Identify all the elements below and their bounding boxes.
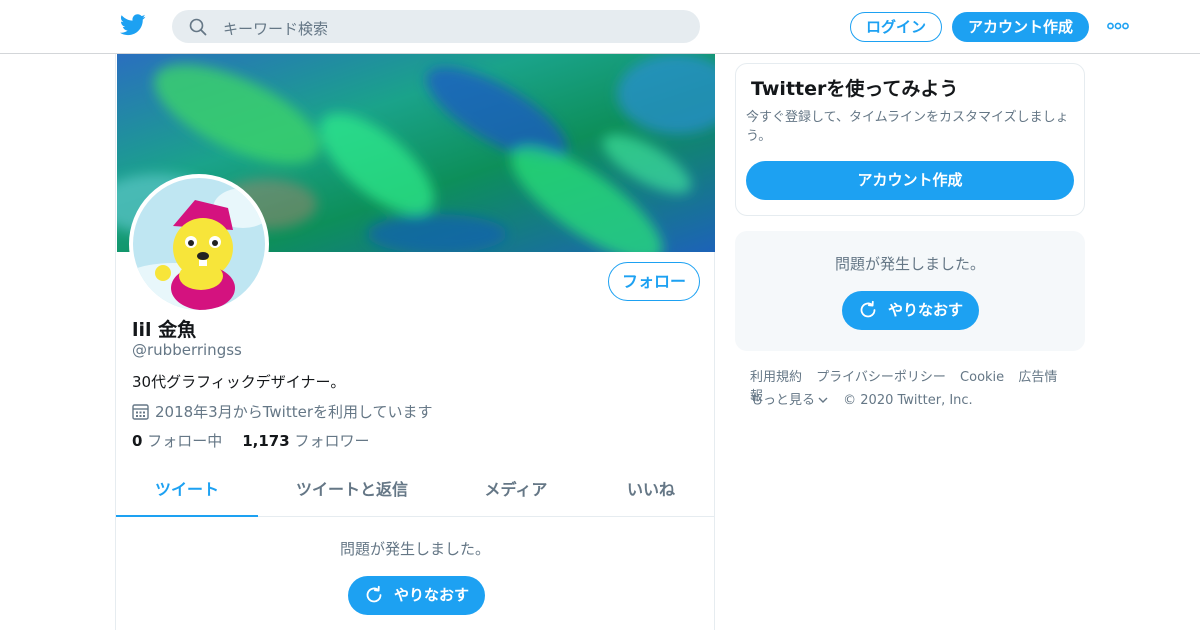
timeline-error-message: 問題が発生しました。	[339, 540, 490, 558]
sidebar-error-card: 問題が発生しました。 やりなおす	[735, 231, 1085, 351]
chevron-down-icon	[818, 397, 828, 403]
signup-button[interactable]: アカウント作成	[952, 12, 1089, 42]
following-label: フォロー中	[147, 432, 223, 450]
retry-label: やりなおす	[888, 301, 964, 319]
search-icon	[189, 18, 207, 36]
followers-link[interactable]: 1,173 フォロワー	[242, 432, 369, 450]
following-count: 0	[132, 432, 143, 450]
footer-link-privacy[interactable]: プライバシーポリシー	[816, 370, 946, 385]
tab-tweets-and-replies[interactable]: ツイートと返信	[278, 466, 426, 517]
sidebar-retry-button[interactable]: やりなおす	[842, 291, 979, 330]
followers-count: 1,173	[242, 432, 290, 450]
refresh-icon	[366, 585, 382, 603]
retry-label: やりなおす	[394, 586, 470, 604]
profile-column: フォロー lil 金魚 @rubberringss 30代グラフィックデザイナー…	[115, 54, 715, 630]
footer-link-cookie[interactable]: Cookie	[960, 370, 1004, 385]
signup-card-button[interactable]: アカウント作成	[746, 161, 1074, 200]
avatar[interactable]	[129, 174, 269, 314]
joined-date: 2018年3月からTwitterを利用しています	[132, 401, 433, 422]
copyright: © 2020 Twitter, Inc.	[843, 393, 973, 408]
more-dots-icon[interactable]	[1107, 22, 1129, 30]
top-bar: キーワード検索 ログイン アカウント作成	[0, 0, 1200, 54]
footer-more-link[interactable]: もっと見る	[750, 393, 829, 408]
signup-card-description: 今すぐ登録して、タイムラインをカスタマイズしましょう。	[746, 110, 1069, 144]
search-placeholder[interactable]: キーワード検索	[223, 18, 328, 39]
sidebar-error-message: 問題が発生しました。	[834, 255, 985, 273]
tab-tweets[interactable]: ツイート	[116, 466, 258, 517]
following-link[interactable]: 0 フォロー中	[132, 432, 222, 450]
follow-button[interactable]: フォロー	[608, 262, 700, 301]
signup-card: Twitterを使ってみよう 今すぐ登録して、タイムラインをカスタマイズしましょ…	[735, 63, 1085, 216]
joined-text: 2018年3月からTwitterを利用しています	[155, 403, 433, 421]
bio: 30代グラフィックデザイナー。	[132, 373, 346, 391]
login-button[interactable]: ログイン	[850, 12, 942, 42]
twitter-bird-icon[interactable]	[120, 14, 146, 36]
calendar-icon	[132, 404, 149, 420]
display-name[interactable]: lil 金魚	[132, 315, 196, 342]
footer-link-terms[interactable]: 利用規約	[750, 370, 802, 385]
avatar-image	[133, 178, 265, 310]
handle[interactable]: @rubberringss	[132, 341, 242, 359]
search-bar[interactable]: キーワード検索	[172, 10, 700, 43]
footer: 利用規約 プライバシーポリシー Cookie 広告情報 もっと見る © 2020…	[750, 368, 1080, 414]
signup-card-title: Twitterを使ってみよう	[751, 78, 959, 100]
footer-more-label: もっと見る	[750, 393, 816, 408]
profile-stats: 0 フォロー中 1,173 フォロワー	[132, 430, 369, 451]
timeline-retry-button[interactable]: やりなおす	[348, 576, 485, 615]
tab-likes[interactable]: いいね	[606, 466, 696, 517]
tab-media[interactable]: メディア	[466, 466, 566, 517]
refresh-icon	[860, 300, 876, 318]
followers-label: フォロワー	[294, 432, 370, 450]
profile-tabs: ツイート ツイートと返信 メディア いいね	[116, 466, 714, 517]
